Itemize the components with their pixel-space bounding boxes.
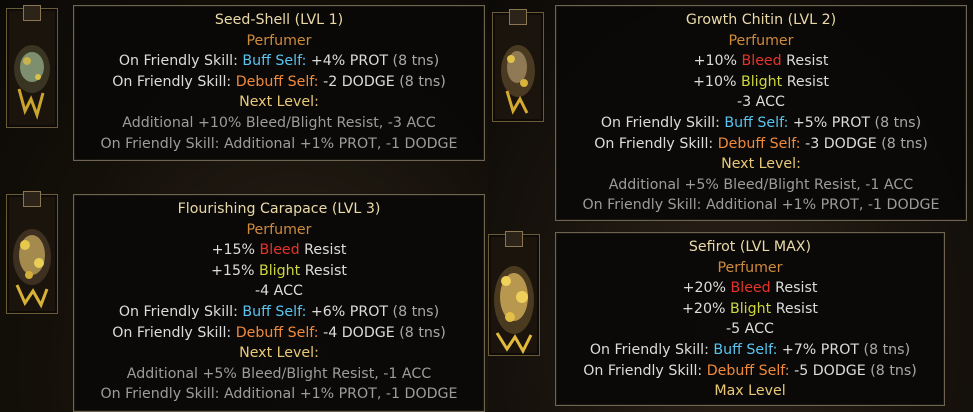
effect-value: -5 DODGE [794, 362, 866, 379]
resist-value: +20% [682, 300, 726, 317]
effect-debuff-line: On Friendly Skill: Debuff Self: -3 DODGE… [560, 134, 962, 155]
resist-suffix: Resist [775, 280, 818, 297]
trinket-class: Perfumer [246, 32, 312, 49]
resist-value: +10% [693, 53, 737, 70]
next-level-label: Next Level: [239, 94, 319, 111]
resist-suffix: Resist [775, 300, 818, 317]
bleed-resist-line: +15% Bleed Resist [78, 240, 480, 261]
bleed-label: Bleed [730, 280, 771, 297]
effect-value: +5% PROT [792, 114, 871, 131]
effect-value: +4% PROT [310, 53, 389, 70]
effect-value: +6% PROT [310, 303, 389, 320]
sefirot-art-icon [494, 266, 534, 355]
next-level-line: On Friendly Skill: Additional +1% PROT, … [100, 386, 458, 403]
next-level-line: On Friendly Skill: Additional +1% PROT, … [100, 135, 458, 152]
effect-debuff-line: On Friendly Skill: Debuff Self: -5 DODGE… [560, 361, 940, 382]
resist-suffix: Resist [304, 242, 347, 259]
blight-resist-line: +20% Blight Resist [560, 299, 940, 320]
accuracy-line: -5 ACC [726, 321, 774, 338]
accuracy-line: -4 ACC [255, 283, 303, 300]
accuracy-line: -3 ACC [737, 94, 785, 111]
max-level-label: Max Level [714, 383, 786, 400]
seed-shell-art-icon [14, 45, 50, 120]
seed-shell-trinket-icon[interactable] [6, 5, 58, 128]
effect-buff-line: On Friendly Skill: Buff Self: +5% PROT (… [560, 113, 962, 134]
bleed-label: Bleed [741, 53, 782, 70]
growth-chitin-art-icon [501, 45, 535, 115]
growth-chitin-tooltip: Growth Chitin (LVL 2) Perfumer +10% Blee… [555, 5, 967, 221]
effect-duration: (8 tns) [863, 341, 911, 358]
blight-label: Blight [740, 73, 783, 90]
buff-self-label: Buff Self: [713, 341, 778, 358]
bleed-label: Bleed [259, 242, 300, 259]
next-level-line: Additional +10% Bleed/Blight Resist, -3 … [122, 114, 436, 131]
effect-prefix: On Friendly Skill: [589, 341, 709, 358]
effect-prefix: On Friendly Skill: [600, 114, 720, 131]
resist-value: +20% [682, 280, 726, 297]
sefirot-tooltip: Sefirot (LVL MAX) Perfumer +20% Bleed Re… [555, 232, 945, 406]
effect-duration: (8 tns) [874, 114, 922, 131]
debuff-self-label: Debuff Self: [706, 362, 790, 379]
resist-value: +15% [211, 242, 255, 259]
flourishing-carapace-tooltip: Flourishing Carapace (LVL 3) Perfumer +1… [73, 194, 485, 412]
effect-buff-line: On Friendly Skill: Buff Self: +6% PROT (… [78, 302, 480, 323]
buff-self-label: Buff Self: [242, 303, 307, 320]
effect-duration: (8 tns) [870, 362, 917, 379]
effect-duration: (8 tns) [392, 303, 440, 320]
flourishing-carapace-art-icon [13, 229, 51, 309]
next-level-line: On Friendly Skill: Additional +1% PROT, … [582, 197, 940, 214]
growth-chitin-trinket-icon[interactable] [492, 9, 544, 122]
next-level-label: Next Level: [239, 345, 319, 362]
resist-value: +15% [211, 262, 255, 279]
effect-duration: (8 tns) [399, 73, 446, 90]
effect-prefix: On Friendly Skill: [583, 362, 703, 379]
trinket-class: Perfumer [728, 32, 794, 49]
trinket-class: Perfumer [717, 259, 783, 276]
next-level-label: Next Level: [721, 156, 801, 173]
debuff-self-label: Debuff Self: [717, 135, 801, 152]
effect-prefix: On Friendly Skill: [112, 73, 232, 90]
effect-debuff-line: On Friendly Skill: Debuff Self: -4 DODGE… [78, 323, 480, 344]
resist-suffix: Resist [786, 73, 829, 90]
effect-prefix: On Friendly Skill: [594, 135, 714, 152]
trinket-title: Seed-Shell (LVL 1) [214, 12, 344, 28]
effect-duration: (8 tns) [392, 53, 440, 70]
blight-label: Blight [729, 300, 772, 317]
next-level-line: Additional +5% Bleed/Blight Resist, -1 A… [126, 365, 432, 382]
trinket-title: Flourishing Carapace (LVL 3) [177, 201, 381, 217]
blight-resist-line: +10% Blight Resist [560, 72, 962, 93]
flourishing-carapace-trinket-icon[interactable] [6, 191, 58, 314]
debuff-self-label: Debuff Self: [235, 324, 319, 341]
effect-value: -3 DODGE [805, 135, 877, 152]
effect-duration: (8 tns) [399, 324, 446, 341]
effect-value: +7% PROT [781, 341, 860, 358]
effect-buff-line: On Friendly Skill: Buff Self: +7% PROT (… [560, 340, 940, 361]
bleed-resist-line: +10% Bleed Resist [560, 51, 962, 72]
next-level-line: Additional +5% Bleed/Blight Resist, -1 A… [608, 176, 914, 193]
buff-self-label: Buff Self: [724, 114, 789, 131]
blight-resist-line: +15% Blight Resist [78, 261, 480, 282]
effect-prefix: On Friendly Skill: [118, 303, 238, 320]
effect-value: -2 DODGE [323, 73, 395, 90]
bleed-resist-line: +20% Bleed Resist [560, 278, 940, 299]
effect-buff-line: On Friendly Skill: Buff Self: +4% PROT (… [78, 51, 480, 72]
effect-debuff-line: On Friendly Skill: Debuff Self: -2 DODGE… [78, 72, 480, 93]
effect-prefix: On Friendly Skill: [112, 324, 232, 341]
trinket-class: Perfumer [246, 221, 312, 238]
resist-suffix: Resist [786, 53, 829, 70]
trinket-title: Growth Chitin (LVL 2) [685, 12, 837, 28]
buff-self-label: Buff Self: [242, 53, 307, 70]
effect-duration: (8 tns) [881, 135, 928, 152]
resist-value: +10% [693, 73, 737, 90]
blight-label: Blight [258, 262, 301, 279]
effect-value: -4 DODGE [323, 324, 395, 341]
trinket-title: Sefirot (LVL MAX) [688, 239, 812, 255]
resist-suffix: Resist [304, 262, 347, 279]
seed-shell-tooltip: Seed-Shell (LVL 1) Perfumer On Friendly … [73, 5, 485, 161]
effect-prefix: On Friendly Skill: [118, 53, 238, 70]
sefirot-trinket-icon[interactable] [488, 231, 540, 356]
debuff-self-label: Debuff Self: [235, 73, 319, 90]
